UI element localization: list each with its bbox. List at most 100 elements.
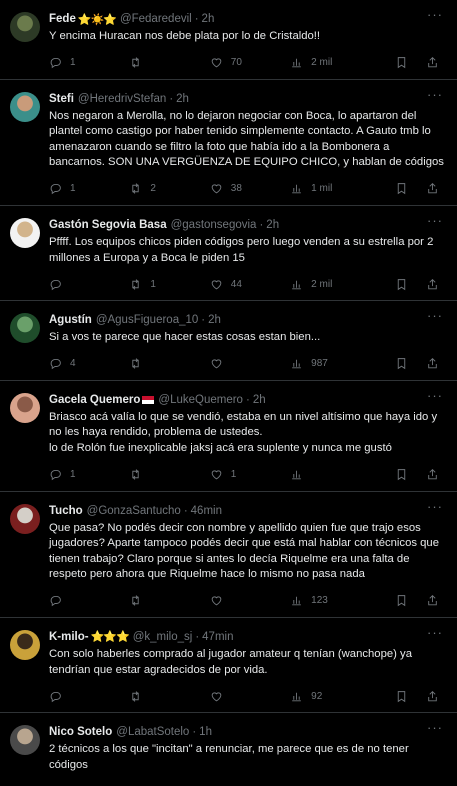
like-button[interactable] xyxy=(210,594,290,607)
bookmark-icon[interactable] xyxy=(395,357,408,370)
display-name[interactable]: Agustín xyxy=(49,314,92,326)
retweet-button[interactable]: 1 xyxy=(129,278,209,291)
display-name[interactable]: Tucho xyxy=(49,505,83,517)
reply-icon xyxy=(50,691,61,702)
views-button[interactable] xyxy=(290,468,377,481)
user-handle[interactable]: @Fedaredevil xyxy=(120,13,192,25)
views-button[interactable]: 92 xyxy=(290,690,377,703)
timestamp[interactable]: 2h xyxy=(266,219,279,231)
timestamp[interactable]: 2h xyxy=(208,314,221,326)
view-count: 2 mil xyxy=(311,278,333,290)
user-handle[interactable]: @gastonsegovia xyxy=(171,219,257,231)
share-icon[interactable] xyxy=(426,278,439,291)
views-button[interactable]: 1 mil xyxy=(290,182,377,195)
avatar[interactable] xyxy=(10,725,40,756)
tweet[interactable]: Nico Sotelo @LabatSotelo · 1h ··· 2 técn… xyxy=(0,713,457,786)
avatar[interactable] xyxy=(10,217,40,248)
share-icon[interactable] xyxy=(426,468,439,481)
bookmark-icon[interactable] xyxy=(395,594,408,607)
avatar[interactable] xyxy=(10,313,40,344)
tweet[interactable]: Tucho @GonzaSantucho · 46min ··· Que pas… xyxy=(0,492,457,618)
user-handle[interactable]: @k_milo_sj xyxy=(133,631,193,643)
share-icon[interactable] xyxy=(426,56,439,69)
heart-icon xyxy=(211,470,222,480)
tweet-content: Gacela Quemero @LukeQuemero · 2h ··· Bri… xyxy=(49,389,445,491)
more-options-icon[interactable]: ··· xyxy=(427,389,443,402)
reply-button[interactable]: 1 xyxy=(49,182,129,195)
more-options-icon[interactable]: ··· xyxy=(427,214,443,227)
bookmark-icon[interactable] xyxy=(395,278,408,291)
views-button[interactable]: 2 mil xyxy=(290,278,377,291)
user-handle[interactable]: @HeredrivStefan xyxy=(78,93,166,105)
views-button[interactable]: 987 xyxy=(290,357,377,370)
user-handle[interactable]: @GonzaSantucho xyxy=(87,505,181,517)
timestamp[interactable]: 2h xyxy=(176,93,189,105)
reply-button[interactable]: 1 xyxy=(49,56,129,69)
reply-button[interactable] xyxy=(49,690,129,703)
bookmark-icon[interactable] xyxy=(395,182,408,195)
display-name[interactable]: Stefi xyxy=(49,93,74,105)
like-button[interactable]: 38 xyxy=(210,182,290,195)
more-options-icon[interactable]: ··· xyxy=(427,309,443,322)
like-button[interactable]: 1 xyxy=(210,468,290,481)
more-options-icon[interactable]: ··· xyxy=(427,88,443,101)
retweet-button[interactable] xyxy=(129,56,209,69)
display-name[interactable]: Nico Sotelo xyxy=(49,726,112,738)
reply-button[interactable]: 4 xyxy=(49,357,129,370)
reply-button[interactable] xyxy=(49,278,129,291)
like-button[interactable]: 44 xyxy=(210,278,290,291)
avatar[interactable] xyxy=(10,629,40,660)
display-name[interactable]: Gastón Segovia Basa xyxy=(49,219,167,231)
timestamp[interactable]: 1h xyxy=(199,726,212,738)
retweet-button[interactable] xyxy=(129,357,209,370)
more-options-icon[interactable]: ··· xyxy=(427,626,443,639)
avatar[interactable] xyxy=(10,12,40,42)
avatar[interactable] xyxy=(10,503,40,534)
timestamp[interactable]: 47min xyxy=(202,631,233,643)
tweet-tail-actions xyxy=(377,56,439,69)
tweet[interactable]: Fede ⭐☀️⭐ @Fedaredevil · 2h ··· Y encima… xyxy=(0,0,457,80)
view-count: 123 xyxy=(311,595,328,607)
more-options-icon[interactable]: ··· xyxy=(427,500,443,513)
user-handle[interactable]: @AgusFigueroa_10 xyxy=(96,314,198,326)
bookmark-icon[interactable] xyxy=(395,690,408,703)
user-handle[interactable]: @LukeQuemero xyxy=(158,394,243,406)
share-icon[interactable] xyxy=(426,690,439,703)
avatar[interactable] xyxy=(10,91,40,122)
bookmark-icon[interactable] xyxy=(395,56,408,69)
tweet[interactable]: Stefi @HeredrivStefan · 2h ··· Nos negar… xyxy=(0,80,457,206)
views-button[interactable]: 123 xyxy=(290,594,377,607)
timestamp[interactable]: 2h xyxy=(202,13,215,25)
display-name[interactable]: Fede xyxy=(49,13,76,25)
retweet-button[interactable]: 2 xyxy=(129,182,209,195)
share-icon[interactable] xyxy=(426,594,439,607)
display-name[interactable]: K-milo- xyxy=(49,631,89,643)
user-handle[interactable]: @LabatSotelo xyxy=(116,726,189,738)
separator-dot: · xyxy=(195,630,200,643)
share-icon[interactable] xyxy=(426,182,439,195)
tweet[interactable]: Gastón Segovia Basa @gastonsegovia · 2h … xyxy=(0,206,457,302)
tweet[interactable]: K-milo- ⭐⭐⭐ @k_milo_sj · 47min ··· Con s… xyxy=(0,618,457,714)
like-button[interactable]: 70 xyxy=(210,56,290,69)
retweet-button[interactable] xyxy=(129,690,209,703)
retweet-button[interactable] xyxy=(129,468,209,481)
reply-icon xyxy=(50,279,61,290)
tweet[interactable]: Gacela Quemero @LukeQuemero · 2h ··· Bri… xyxy=(0,381,457,492)
more-options-icon[interactable]: ··· xyxy=(427,721,443,734)
timestamp[interactable]: 46min xyxy=(191,505,222,517)
like-button[interactable] xyxy=(210,690,290,703)
views-button[interactable]: 2 mil xyxy=(290,56,377,69)
timestamp[interactable]: 2h xyxy=(253,394,266,406)
reply-button[interactable] xyxy=(49,594,129,607)
avatar[interactable] xyxy=(10,392,40,423)
like-button[interactable] xyxy=(210,357,290,370)
retweet-button[interactable] xyxy=(129,594,209,607)
retweet-icon xyxy=(132,595,140,607)
share-icon[interactable] xyxy=(426,357,439,370)
reply-button[interactable]: 1 xyxy=(49,468,129,481)
display-name[interactable]: Gacela Quemero xyxy=(49,394,140,406)
tweet[interactable]: Agustín @AgusFigueroa_10 · 2h ··· Si a v… xyxy=(0,301,457,381)
tweet-header: Gastón Segovia Basa @gastonsegovia · 2h xyxy=(49,216,445,234)
bookmark-icon[interactable] xyxy=(395,468,408,481)
more-options-icon[interactable]: ··· xyxy=(427,8,443,21)
